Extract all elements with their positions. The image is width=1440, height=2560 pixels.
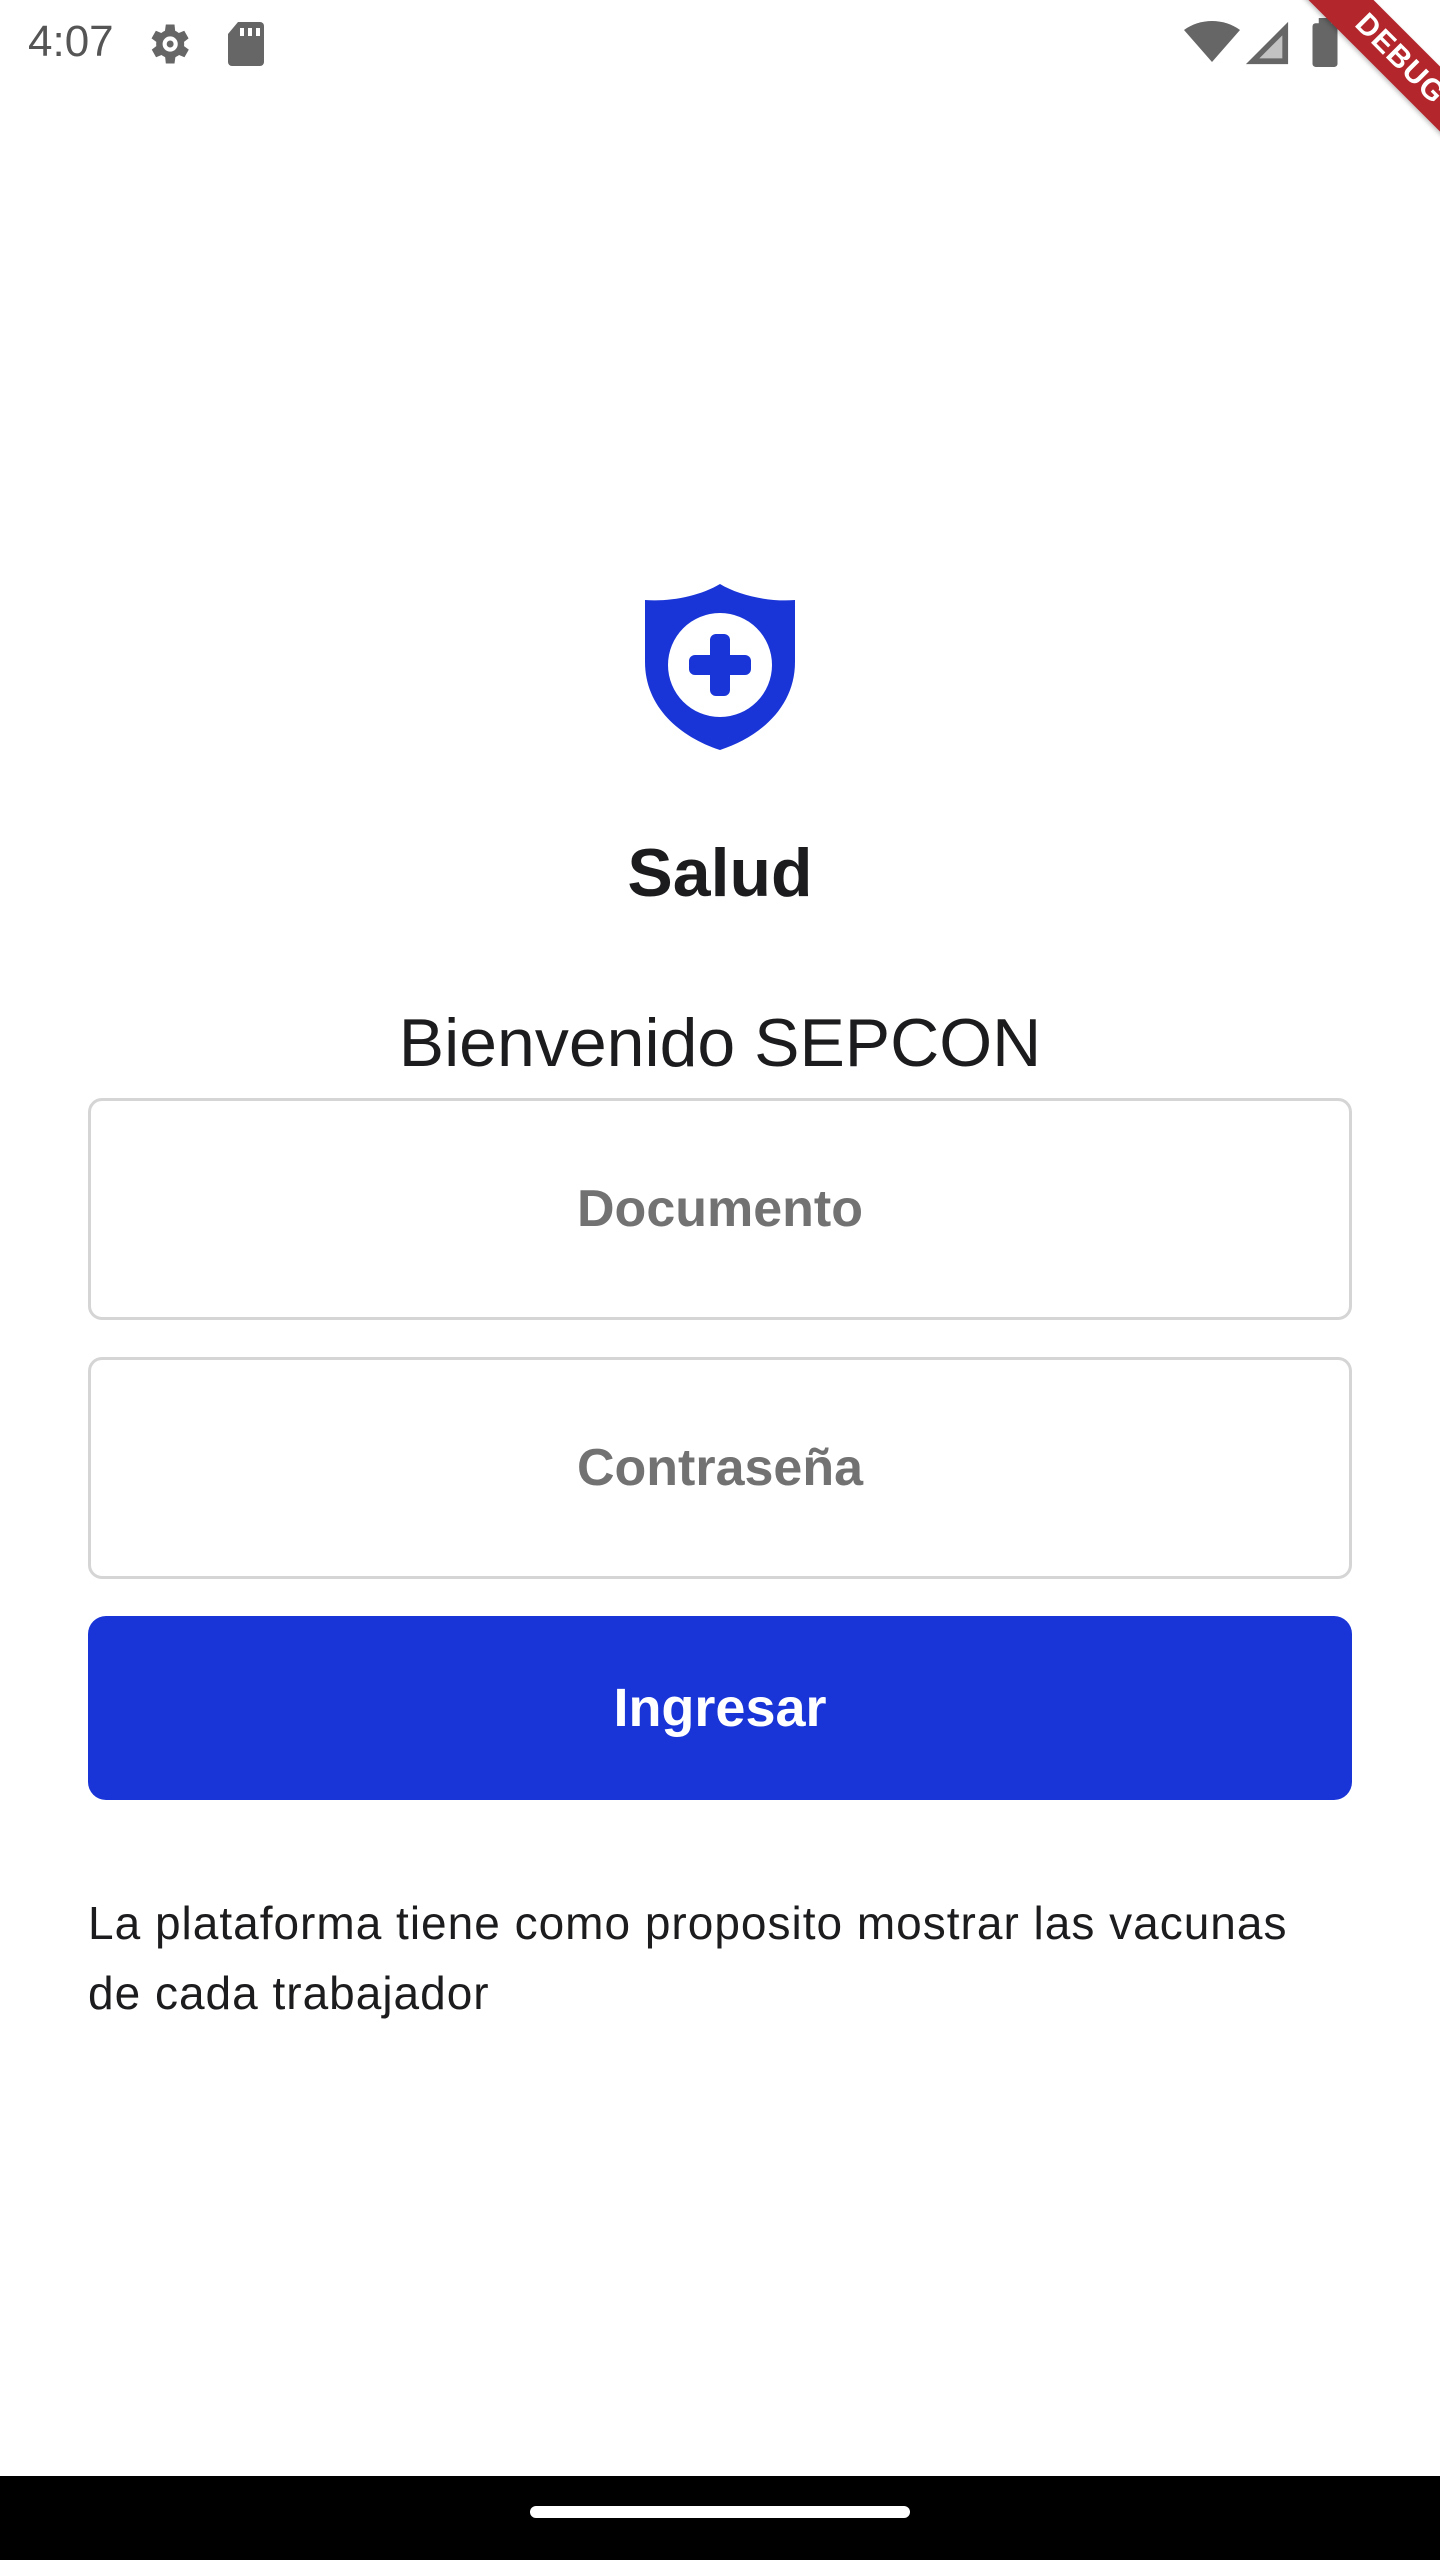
welcome-heading: Bienvenido SEPCON bbox=[398, 1005, 1042, 1081]
status-time: 4:07 bbox=[28, 17, 114, 66]
app-title: Salud bbox=[627, 835, 813, 911]
description-text: La plataforma tiene como proposito mostr… bbox=[88, 1897, 1288, 2019]
sd-card-icon bbox=[228, 22, 264, 66]
status-bar: 4:07 bbox=[0, 0, 1440, 84]
documento-input[interactable] bbox=[88, 1098, 1352, 1320]
wifi-icon bbox=[1184, 21, 1240, 62]
gear-icon bbox=[151, 24, 189, 64]
shield-plus-icon bbox=[645, 584, 795, 750]
cell-signal-icon bbox=[1245, 21, 1289, 65]
ingresar-button[interactable]: Ingresar bbox=[88, 1616, 1352, 1800]
home-indicator[interactable] bbox=[530, 2506, 910, 2518]
navigation-bar bbox=[0, 2476, 1440, 2560]
password-input[interactable] bbox=[88, 1357, 1352, 1579]
